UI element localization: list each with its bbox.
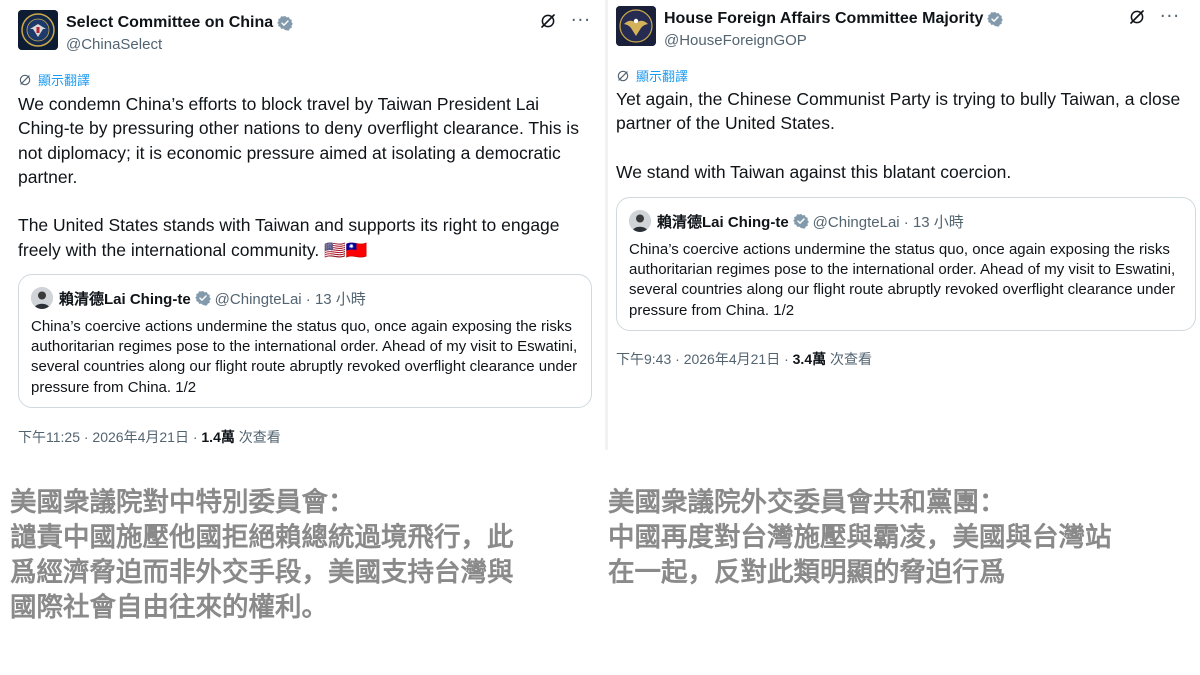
user-handle[interactable]: @ChinaSelect (66, 36, 293, 53)
quoted-text: China’s coercive actions undermine the s… (629, 241, 1176, 319)
verified-badge-icon (987, 12, 1004, 27)
quoted-avatar[interactable] (629, 210, 651, 232)
more-options-icon[interactable]: ··· (571, 12, 591, 30)
portrait-icon (629, 210, 651, 232)
translate-icon (617, 70, 629, 81)
grok-icon[interactable] (539, 12, 557, 30)
translate-label: 顯示翻譯 (38, 74, 91, 89)
tweet-body: We condemn China’s efforts to block trav… (18, 94, 579, 260)
timestamp[interactable]: 下午11:25 · 2026年4月21日 · (18, 429, 201, 445)
avatar-select-committee[interactable] (18, 10, 58, 50)
translate-label: 顯示翻譯 (636, 70, 689, 85)
quoted-tweet[interactable]: 賴清德Lai Ching-te @ChingteLai · 13 小時 Chin… (18, 274, 592, 408)
grok-icon[interactable] (1128, 8, 1146, 26)
seal-icon (18, 10, 58, 50)
verified-badge-icon (277, 16, 294, 31)
quoted-display-name[interactable]: 賴清德Lai Ching-te (657, 211, 789, 232)
view-label: 次查看 (234, 429, 281, 445)
tweet-card-right[interactable]: House Foreign Affairs Committee Majority… (608, 0, 1200, 372)
translate-link[interactable]: 顯示翻譯 (616, 66, 688, 85)
tweet-body: Yet again, the Chinese Communist Party i… (616, 89, 1181, 182)
translate-link[interactable]: 顯示翻譯 (18, 70, 90, 89)
tweet-meta: 下午11:25 · 2026年4月21日 · 1.4萬 次查看 (18, 427, 281, 447)
more-options-icon[interactable]: ··· (1160, 8, 1180, 26)
display-name[interactable]: House Foreign Affairs Committee Majority (664, 10, 983, 28)
tweet-card-left[interactable]: Select Committee on China @ChinaSelect ·… (0, 0, 605, 450)
verified-badge-icon (792, 214, 809, 229)
view-count: 3.4萬 (792, 351, 827, 367)
eagle-seal-icon (616, 6, 656, 46)
user-handle[interactable]: @HouseForeignGOP (664, 32, 1003, 49)
view-label: 次查看 (826, 351, 872, 367)
display-name[interactable]: Select Committee on China (66, 14, 273, 32)
quoted-text: China’s coercive actions undermine the s… (31, 318, 578, 396)
quoted-tweet[interactable]: 賴清德Lai Ching-te @ChingteLai · 13 小時 Chin… (616, 197, 1196, 331)
avatar-house-foreign[interactable] (616, 6, 656, 46)
tweet-header: Select Committee on China @ChinaSelect ·… (18, 10, 591, 58)
tweet-header: House Foreign Affairs Committee Majority… (616, 6, 1186, 54)
quoted-handle[interactable]: @ChingteLai · 13 小時 (215, 288, 366, 309)
verified-badge-icon (194, 291, 211, 306)
quoted-display-name[interactable]: 賴清德Lai Ching-te (59, 288, 191, 309)
quoted-avatar[interactable] (31, 287, 53, 309)
view-count: 1.4萬 (201, 429, 235, 445)
quoted-handle[interactable]: @ChingteLai · 13 小時 (813, 211, 964, 232)
caption-left: 美國衆議院對中特別委員會： 譴責中國施壓他國拒絕賴總統過境飛行，此 爲經濟脅迫而… (10, 487, 514, 623)
timestamp[interactable]: 下午9:43 · 2026年4月21日 · (616, 351, 793, 367)
portrait-icon (31, 287, 53, 309)
caption-right: 美國衆議院外交委員會共和黨團： 中國再度對台灣施壓與霸凌，美國與台灣站 在一起，… (608, 487, 1112, 588)
tweet-meta: 下午9:43 · 2026年4月21日 · 3.4萬 次查看 (616, 349, 872, 369)
translate-icon (19, 74, 31, 85)
